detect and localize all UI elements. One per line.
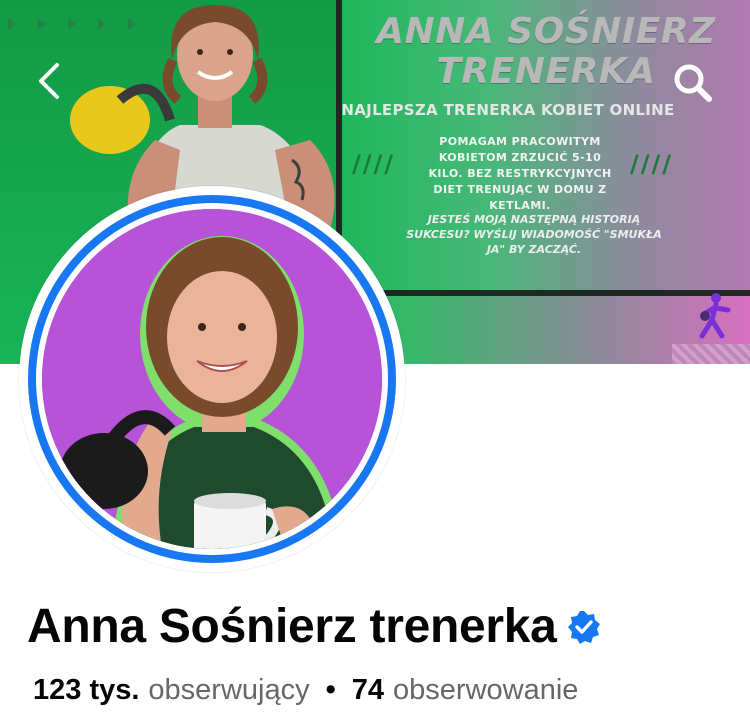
followers-label: obserwujący	[148, 674, 310, 706]
cover-cta-text: JESTEŚ MOJĄ NASTĘPNĄ HISTORIĄ SUKCESU? W…	[406, 213, 662, 256]
avatar[interactable]	[42, 209, 382, 549]
cover-slashes-left: ////	[352, 150, 396, 178]
profile-name: Anna Sośnierz trenerka	[27, 599, 601, 655]
followers-link[interactable]: 123 tys. obserwujący	[33, 672, 310, 708]
profile-stats: 123 tys. obserwujący • 74 obserwowanie	[33, 672, 578, 708]
profile-name-text: Anna Sośnierz trenerka	[27, 600, 557, 653]
followers-count: 123 tys.	[33, 674, 140, 706]
cover-subtitle: NAJLEPSZA TRENERKA KOBIET ONLINE	[341, 101, 675, 119]
verified-badge-icon[interactable]	[567, 610, 601, 644]
search-icon	[674, 64, 712, 102]
following-count: 74	[351, 674, 385, 706]
back-button[interactable]	[26, 58, 72, 104]
cover-slashes-right: ////	[630, 150, 674, 178]
following-label: obserwowanie	[393, 674, 579, 706]
chevron-left-icon	[39, 63, 59, 99]
cover-body-text: POMAGAM PRACOWITYM KOBIETOM ZRZUCIĆ 5-10…	[428, 135, 612, 212]
cover-silhouette-image	[699, 293, 731, 339]
following-link[interactable]: 74 obserwowanie	[352, 672, 579, 708]
avatar-image	[42, 209, 382, 549]
search-button[interactable]	[668, 58, 718, 108]
stats-separator: •	[325, 674, 336, 706]
cover-corner-stripes	[672, 344, 750, 364]
